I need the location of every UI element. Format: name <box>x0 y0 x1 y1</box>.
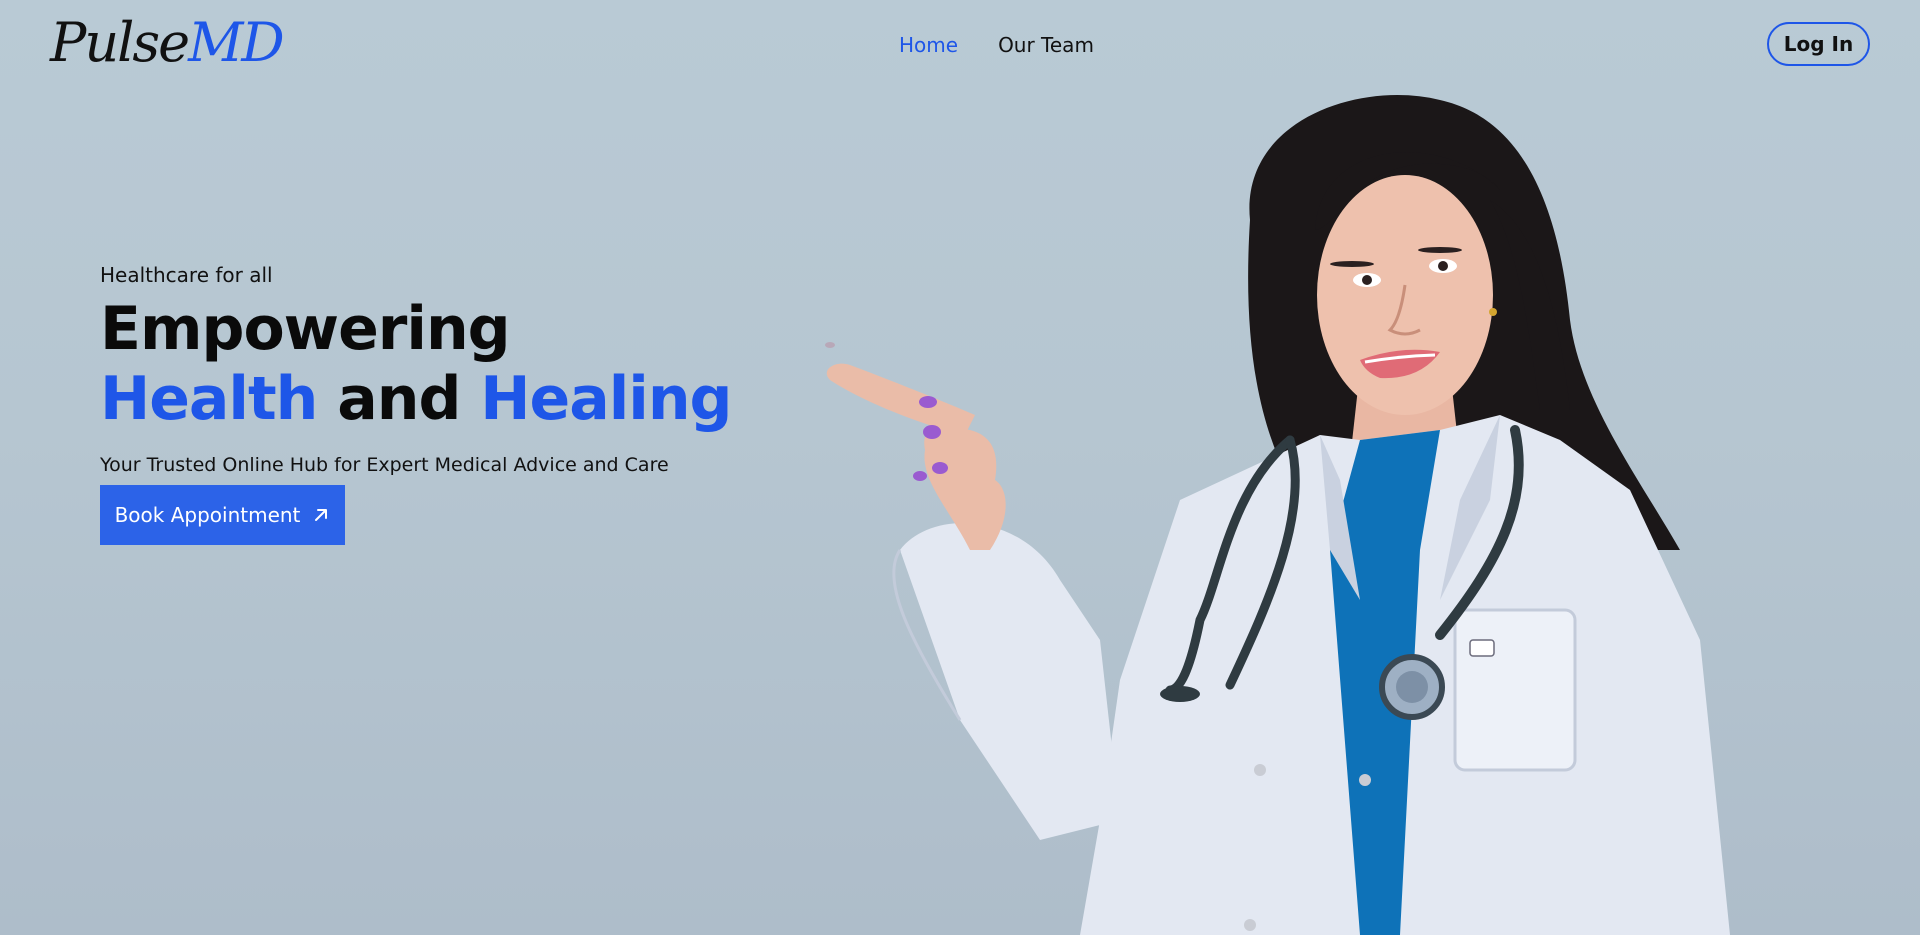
hero-section: Healthcare for all Empowering Health and… <box>100 260 740 476</box>
nav-link-home[interactable]: Home <box>899 33 958 57</box>
arrow-up-right-icon <box>315 509 328 521</box>
brand-logo[interactable]: Pulse MD <box>50 8 285 78</box>
doctor-illustration <box>825 95 1730 935</box>
headline-word-health: Health <box>100 364 318 434</box>
book-appointment-button[interactable]: Book Appointment <box>100 485 345 545</box>
main-nav: Home Our Team <box>899 30 1094 60</box>
login-button[interactable]: Log In <box>1767 22 1870 66</box>
book-appointment-label: Book Appointment <box>114 503 301 527</box>
headline-word-and: and <box>337 364 461 434</box>
logo-text-pulse: Pulse <box>50 11 190 74</box>
nav-link-our-team[interactable]: Our Team <box>998 33 1094 57</box>
headline-line1: Empowering <box>100 294 511 364</box>
hero-tagline: Healthcare for all <box>100 263 273 287</box>
logo-text-md: MD <box>188 11 285 74</box>
headline-word-healing: Healing <box>480 364 732 434</box>
hero-subtitle: Your Trusted Online Hub for Expert Medic… <box>100 454 669 476</box>
hero-headline: Empowering Health and Healing <box>100 294 740 434</box>
